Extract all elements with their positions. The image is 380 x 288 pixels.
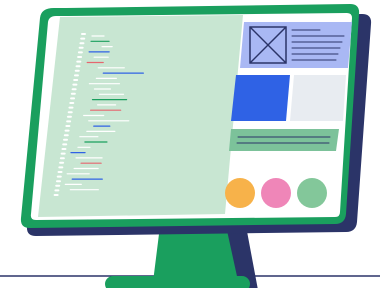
- green-banner: [229, 129, 339, 151]
- code-editor-panel: [38, 15, 243, 217]
- stand-base: [105, 276, 250, 288]
- gray-content-tile: [290, 75, 346, 121]
- monitor-illustration: [0, 4, 380, 288]
- illustration-scene: [0, 0, 380, 288]
- monitor-stand: [105, 226, 258, 288]
- green-dot: [297, 178, 327, 208]
- pink-dot: [261, 178, 291, 208]
- blue-content-tile: [231, 75, 290, 121]
- orange-dot: [225, 178, 255, 208]
- image-card: [240, 22, 352, 68]
